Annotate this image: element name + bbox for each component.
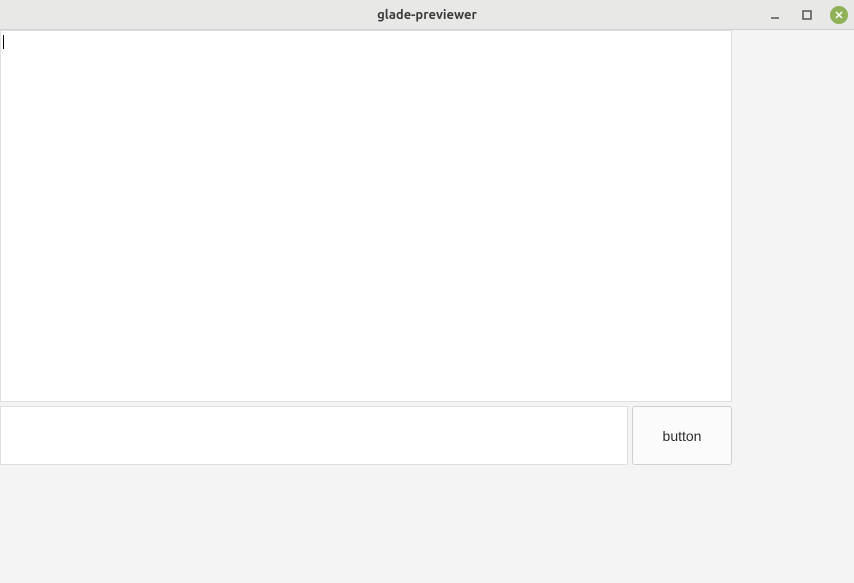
maximize-icon (802, 10, 812, 20)
window-title: glade-previewer (377, 8, 477, 22)
window-controls (766, 6, 848, 24)
minimize-button[interactable] (766, 6, 784, 24)
close-icon (834, 10, 844, 20)
titlebar: glade-previewer (0, 0, 854, 30)
content-area: button (0, 30, 854, 583)
maximize-button[interactable] (798, 6, 816, 24)
input-row: button (0, 406, 732, 465)
close-button[interactable] (830, 6, 848, 24)
text-input[interactable] (0, 406, 628, 465)
minimize-icon (770, 10, 780, 20)
main-text-area[interactable] (0, 30, 732, 402)
action-button[interactable]: button (632, 406, 732, 465)
text-cursor (3, 35, 4, 49)
